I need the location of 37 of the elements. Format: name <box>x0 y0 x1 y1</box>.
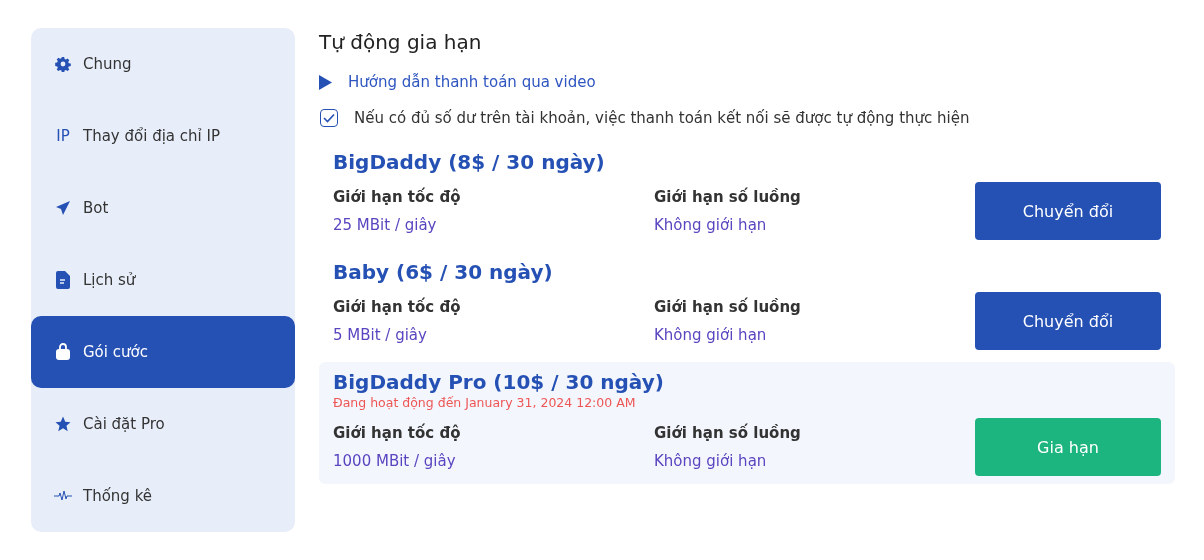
threads-label: Giới hạn số luồng <box>654 424 802 442</box>
sidebar-item[interactable]: Chung <box>31 28 295 100</box>
section-heading: Tự động gia hạn <box>319 30 483 54</box>
plan-title: BigDaddy (8$ / 30 ngày) <box>333 150 606 174</box>
sidebar-item[interactable]: IP Thay đổi địa chỉ IP <box>31 100 295 172</box>
plan-status: Đang hoạt động đến January 31, 2024 12:00 AM <box>333 395 637 410</box>
speed-value: 1000 MBit / giây <box>333 452 457 470</box>
threads-value: Không giới hạn <box>654 216 768 234</box>
plan-title: BigDaddy Pro (10$ / 30 ngày) <box>333 370 665 394</box>
sidebar-item[interactable]: Thống kê <box>31 460 295 532</box>
sidebar-item[interactable]: Lịch sử <box>31 244 295 316</box>
threads-value: Không giới hạn <box>654 452 768 470</box>
ip-icon: IP <box>56 127 70 145</box>
auto-renew-label: Nếu có đủ số dư trên tài khoản, việc thanh toán kết nối sẽ được tự động thực hiện <box>354 109 970 127</box>
plan-title: Baby (6$ / 30 ngày) <box>333 260 554 284</box>
paper-plane-icon <box>55 200 71 216</box>
speed-label: Giới hạn tốc độ <box>333 298 462 316</box>
sidebar-item[interactable]: Gói cước <box>31 316 295 388</box>
threads-label: Giới hạn số luồng <box>654 298 802 316</box>
auto-renew-checkbox[interactable] <box>320 109 338 127</box>
switch-button[interactable]: Chuyển đổi <box>975 292 1161 350</box>
speed-label: Giới hạn tốc độ <box>333 188 462 206</box>
document-icon <box>56 271 70 289</box>
sidebar-item[interactable]: Bot <box>31 172 295 244</box>
star-icon <box>54 415 72 433</box>
switch-button[interactable]: Chuyển đổi <box>975 182 1161 240</box>
settings-icon <box>55 56 71 72</box>
play-icon <box>319 74 332 90</box>
checkmark-icon <box>323 113 335 123</box>
pulse-icon <box>54 490 72 502</box>
speed-label: Giới hạn tốc độ <box>333 424 462 442</box>
threads-value: Không giới hạn <box>654 326 768 344</box>
video-guide-link[interactable]: Hướng dẫn thanh toán qua video <box>348 73 596 91</box>
speed-value: 25 MBit / giây <box>333 216 438 234</box>
sidebar-item[interactable]: Cài đặt Pro <box>31 388 295 460</box>
speed-value: 5 MBit / giây <box>333 326 428 344</box>
threads-label: Giới hạn số luồng <box>654 188 802 206</box>
